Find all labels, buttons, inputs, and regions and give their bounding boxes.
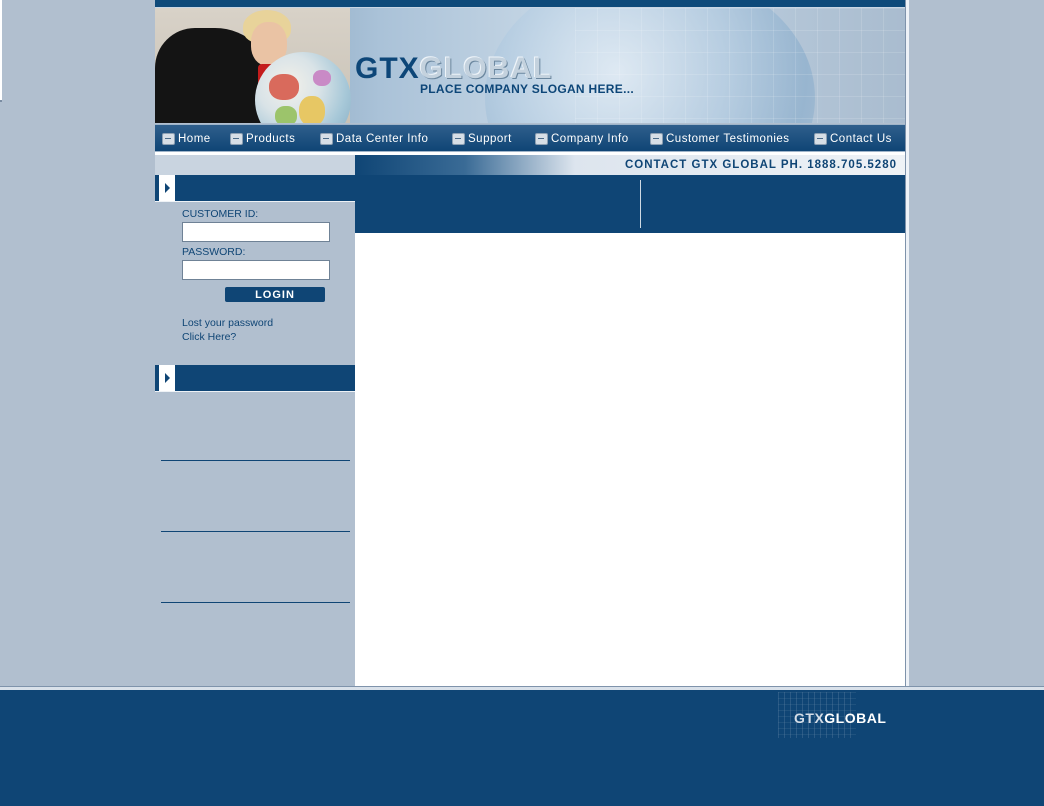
footer-logo: GTXGLOBAL: [794, 710, 886, 726]
nav-item-label: Support: [468, 133, 512, 145]
nav-item-label: Company Info: [551, 133, 629, 145]
arrow-box: [159, 175, 175, 201]
login-section-header: [155, 175, 355, 202]
globe-land-shape: [313, 70, 331, 86]
arrow-doc-icon: [814, 133, 827, 145]
nav-item-products[interactable]: Products: [230, 132, 295, 146]
triangle-right-icon: [165, 373, 170, 383]
content-header-band: [355, 175, 905, 233]
left-edge-artifact: [0, 0, 2, 102]
header-banner: GTXGLOBAL PLACE COMPANY SLOGAN HERE...: [155, 8, 905, 123]
left-edge-line: [0, 100, 2, 102]
login-button[interactable]: LOGIN: [225, 287, 325, 302]
nav-item-label: Home: [178, 133, 211, 145]
sidebar-divider: [161, 531, 350, 532]
sidebar-divider: [161, 602, 350, 603]
contact-strip-left: [155, 155, 355, 175]
logo-gtx-text: GTX: [355, 52, 420, 85]
nav-item-label: Data Center Info: [336, 133, 429, 145]
arrow-doc-icon: [535, 133, 548, 145]
arrow-doc-icon: [452, 133, 465, 145]
footer-logo-global-text: GLOBAL: [824, 710, 887, 726]
footer-logo-gtx-text: GTX: [794, 710, 825, 726]
header-top-bar: [155, 0, 905, 8]
main-content: [355, 175, 905, 686]
footer: [0, 690, 1044, 806]
arrow-doc-icon: [230, 133, 243, 145]
logo-global-text: GLOBAL: [419, 52, 553, 85]
lost-password-link[interactable]: Lost your password: [182, 317, 273, 329]
nav-item-label: Products: [246, 133, 296, 145]
page-right-border: [905, 0, 909, 690]
sidebar: CUSTOMER ID: PASSWORD: LOGIN Lost your p…: [155, 175, 355, 686]
sidebar-divider: [161, 460, 350, 461]
arrow-doc-icon: [320, 133, 333, 145]
content-band-divider: [640, 180, 641, 228]
globe-land-shape: [269, 74, 299, 100]
nav-item-label: Customer Testimonies: [666, 133, 790, 145]
contact-strip: CONTACT GTX GLOBAL PH. 1888.705.5280: [355, 155, 905, 175]
customer-id-input[interactable]: [182, 222, 330, 242]
password-label: PASSWORD:: [182, 246, 246, 258]
arrow-box: [159, 365, 175, 391]
header-grid-graphic: [575, 8, 905, 123]
nav-item-contact-us[interactable]: Contact Us: [814, 132, 892, 146]
company-slogan: PLACE COMPANY SLOGAN HERE...: [420, 82, 634, 96]
triangle-right-icon: [165, 183, 170, 193]
arrow-doc-icon: [162, 133, 175, 145]
contact-phone-text: CONTACT GTX GLOBAL PH. 1888.705.5280: [624, 159, 897, 171]
customer-id-label: CUSTOMER ID:: [182, 208, 259, 220]
main-nav: Home Products Data Center Info Support C…: [155, 124, 905, 152]
nav-item-home[interactable]: Home: [162, 132, 211, 146]
header-photo: [155, 8, 351, 123]
nav-item-support[interactable]: Support: [452, 132, 512, 146]
globe-land-shape: [299, 96, 325, 123]
click-here-link[interactable]: Click Here?: [182, 331, 236, 343]
nav-item-label: Contact Us: [830, 133, 892, 145]
arrow-doc-icon: [650, 133, 663, 145]
nav-item-data-center-info[interactable]: Data Center Info: [320, 132, 428, 146]
nav-item-customer-testimonies[interactable]: Customer Testimonies: [650, 132, 790, 146]
password-input[interactable]: [182, 260, 330, 280]
globe-land-shape: [275, 106, 297, 123]
nav-item-company-info[interactable]: Company Info: [535, 132, 629, 146]
sidebar-section-header: [155, 365, 355, 392]
